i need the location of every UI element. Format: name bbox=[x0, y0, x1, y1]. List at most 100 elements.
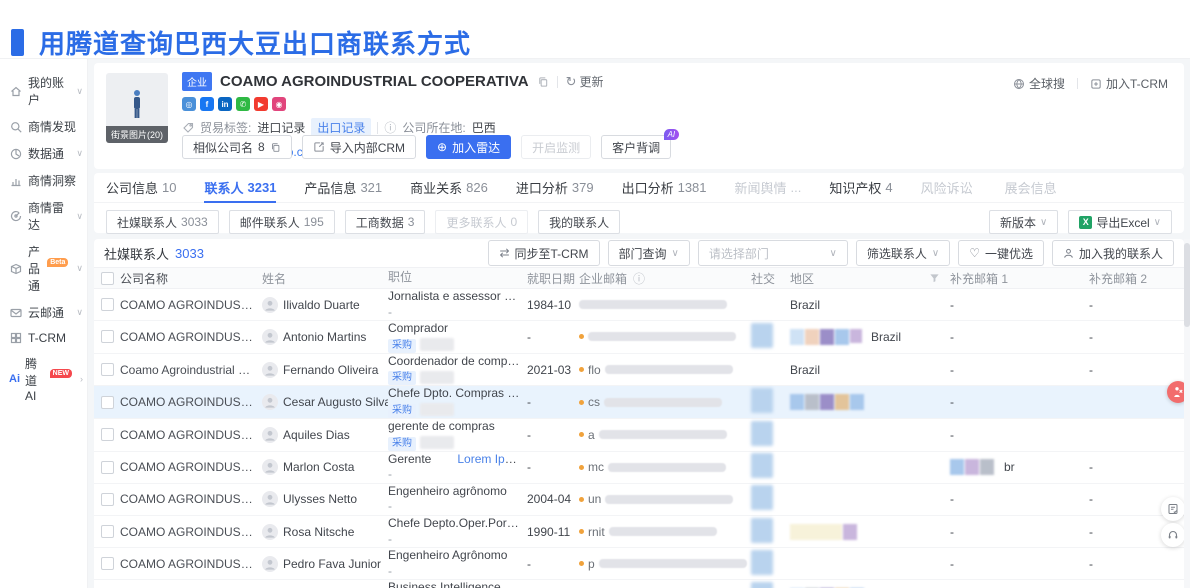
chip-business-data[interactable]: 工商数据3 bbox=[345, 210, 426, 234]
table-row[interactable]: COAMO AGROINDUSTRIAL COOPERAT... Antonio… bbox=[94, 321, 1184, 354]
cell-email[interactable]: flo bbox=[579, 363, 751, 377]
redacted-social-icon bbox=[751, 485, 773, 510]
cell-email[interactable] bbox=[579, 332, 751, 341]
headset-icon bbox=[1167, 529, 1179, 541]
sync-tcrm-button[interactable]: ⇄同步至T-CRM bbox=[488, 240, 599, 266]
tab-export-analysis[interactable]: 出口分析1381 bbox=[622, 173, 707, 202]
export-excel-button[interactable]: X导出Excel∨ bbox=[1068, 210, 1172, 234]
chip-more-contacts[interactable]: 更多联系人0 bbox=[435, 210, 528, 234]
support-floating-button[interactable] bbox=[1161, 523, 1185, 547]
filter-funnel-icon[interactable] bbox=[929, 273, 940, 284]
cell-email[interactable] bbox=[579, 300, 751, 309]
copy-icon[interactable] bbox=[537, 76, 549, 88]
sidebar-item-discovery[interactable]: 商情发现 bbox=[0, 113, 87, 140]
sidebar-item-my-account[interactable]: 我的账户 ∨ bbox=[0, 69, 87, 113]
similar-company-button[interactable]: 相似公司名8 bbox=[182, 135, 292, 159]
tab-news[interactable]: 新闻舆情... bbox=[735, 173, 802, 202]
row-checkbox[interactable] bbox=[101, 493, 114, 506]
tab-import-analysis[interactable]: 进口分析379 bbox=[516, 173, 594, 202]
youtube-icon[interactable]: ▶ bbox=[254, 97, 268, 111]
redacted-social-icon bbox=[751, 582, 773, 588]
tab-exhibition[interactable]: 展会信息 bbox=[1005, 173, 1061, 202]
email-prefix: rnit bbox=[588, 525, 605, 539]
survey-floating-button[interactable] bbox=[1161, 497, 1185, 521]
background-check-button[interactable]: 客户背调 AI bbox=[601, 135, 671, 159]
cell-email[interactable]: mc bbox=[579, 460, 751, 474]
instagram-icon[interactable]: ◉ bbox=[272, 97, 286, 111]
sidebar-item-tendata-ai[interactable]: Ai 腾道AI NEW › bbox=[0, 350, 87, 408]
cell-social bbox=[751, 518, 790, 546]
import-crm-button[interactable]: 导入内部CRM bbox=[302, 135, 416, 159]
version-select[interactable]: 新版本∨ bbox=[989, 210, 1058, 234]
tab-business-relations[interactable]: 商业关系826 bbox=[410, 173, 488, 202]
refresh-button[interactable]: ↻更新 bbox=[566, 73, 604, 90]
filter-contacts-dropdown[interactable]: 筛选联系人∨ bbox=[856, 240, 950, 266]
col-extra2: 补充邮箱 2 bbox=[1089, 270, 1184, 287]
tab-ip[interactable]: 知识产权4 bbox=[829, 173, 892, 202]
scrollbar-thumb[interactable] bbox=[1184, 243, 1190, 327]
chip-email-contacts[interactable]: 邮件联系人195 bbox=[229, 210, 335, 234]
row-checkbox[interactable] bbox=[101, 298, 114, 311]
cell-email[interactable]: un bbox=[579, 492, 751, 506]
row-checkbox[interactable] bbox=[101, 330, 114, 343]
cell-extra1: - bbox=[950, 557, 1089, 571]
dept-query-dropdown[interactable]: 部门查询∨ bbox=[608, 240, 690, 266]
col-email: 企业邮箱ⓘ bbox=[579, 270, 751, 287]
table-row[interactable]: COAMO AGROINDUSTRIAL COOPERAT... Cesar A… bbox=[94, 386, 1184, 419]
tab-company-info[interactable]: 公司信息10 bbox=[106, 173, 176, 202]
sidebar-item-label: 商情发现 bbox=[28, 118, 76, 135]
table-row[interactable]: COAMO AGROINDUSTRIAL COOPERAT... Fagner … bbox=[94, 580, 1184, 588]
cell-email[interactable]: a bbox=[579, 428, 751, 442]
company-photo[interactable]: 街景图片(20) bbox=[106, 73, 168, 143]
row-checkbox[interactable] bbox=[101, 557, 114, 570]
global-search-button[interactable]: 全球搜 bbox=[1013, 75, 1065, 92]
redacted-social-icon bbox=[751, 453, 773, 478]
table-row[interactable]: COAMO AGROINDUSTRIAL COOPERAT... Marlon … bbox=[94, 452, 1184, 484]
sidebar-item-insight[interactable]: 商情洞察 bbox=[0, 167, 87, 194]
row-checkbox[interactable] bbox=[101, 396, 114, 409]
join-radar-button[interactable]: ⊕ 加入雷达 bbox=[426, 135, 511, 159]
row-checkbox[interactable] bbox=[101, 428, 114, 441]
cell-email[interactable]: rnit bbox=[579, 525, 751, 539]
redacted-email bbox=[588, 332, 736, 341]
col-region: 地区 bbox=[790, 270, 950, 287]
sidebar-item-product[interactable]: 产品通 Beta ∨ bbox=[0, 238, 87, 299]
cell-email[interactable]: p bbox=[579, 557, 751, 571]
website-icon[interactable]: ◎ bbox=[182, 97, 196, 111]
table-row[interactable]: COAMO AGROINDUSTRIAL COOPERAT... Aquiles… bbox=[94, 419, 1184, 452]
sidebar-item-tcrm[interactable]: T-CRM bbox=[0, 326, 87, 350]
dept-select[interactable]: 请选择部门∨ bbox=[698, 240, 848, 266]
sidebar-item-datapass[interactable]: 数据通 ∨ bbox=[0, 140, 87, 167]
table-row[interactable]: COAMO AGROINDUSTRIAL COOPERAT... Pedro F… bbox=[94, 548, 1184, 580]
cell-email[interactable]: cs bbox=[579, 395, 751, 409]
table-row[interactable]: COAMO AGROINDUSTRIAL COOPERAT... Rosa Ni… bbox=[94, 516, 1184, 548]
cell-name: Cesar Augusto Silva bbox=[283, 395, 388, 409]
main-content: 街景图片(20) 企业 COAMO AGROINDUSTRIAL COOPERA… bbox=[88, 59, 1190, 588]
radar-icon bbox=[9, 209, 23, 223]
facebook-icon[interactable]: f bbox=[200, 97, 214, 111]
table-row[interactable]: Coamo Agroindustrial Cooperativa Fernand… bbox=[94, 354, 1184, 387]
phone-icon[interactable]: ✆ bbox=[236, 97, 250, 111]
tab-contacts[interactable]: 联系人3231 bbox=[204, 173, 276, 202]
row-checkbox[interactable] bbox=[101, 461, 114, 474]
sidebar: 我的账户 ∨ 商情发现 数据通 ∨ 商情洞察 商情雷达 ∨ bbox=[0, 59, 88, 588]
start-monitor-button[interactable]: 开启监测 bbox=[521, 135, 591, 159]
chip-social-contacts[interactable]: 社媒联系人3033 bbox=[106, 210, 219, 234]
table-row[interactable]: COAMO AGROINDUSTRIAL COOPERAT... Ilivald… bbox=[94, 289, 1184, 321]
linkedin-icon[interactable]: in bbox=[218, 97, 232, 111]
row-checkbox[interactable] bbox=[101, 363, 114, 376]
tab-risk[interactable]: 风险诉讼 bbox=[921, 173, 977, 202]
one-click-optimize-button[interactable]: ♡一键优选 bbox=[958, 240, 1044, 266]
join-tcrm-button[interactable]: 加入T-CRM bbox=[1090, 75, 1168, 92]
table-row[interactable]: COAMO AGROINDUSTRIAL COOPERAT... Ulysses… bbox=[94, 484, 1184, 516]
add-to-my-contacts-button[interactable]: 加入我的联系人 bbox=[1052, 240, 1174, 266]
cell-social bbox=[751, 388, 790, 416]
select-all-checkbox[interactable] bbox=[101, 272, 114, 285]
row-checkbox[interactable] bbox=[101, 525, 114, 538]
sidebar-item-radar[interactable]: 商情雷达 ∨ bbox=[0, 194, 87, 238]
tabs-card: 公司信息10 联系人3231 产品信息321 商业关系826 进口分析379 出… bbox=[94, 173, 1184, 233]
chip-my-contacts[interactable]: 我的联系人 bbox=[538, 210, 620, 234]
cell-date: - bbox=[527, 395, 579, 409]
sidebar-item-cloudmail[interactable]: 云邮通 ∨ bbox=[0, 299, 87, 326]
tab-products[interactable]: 产品信息321 bbox=[304, 173, 382, 202]
